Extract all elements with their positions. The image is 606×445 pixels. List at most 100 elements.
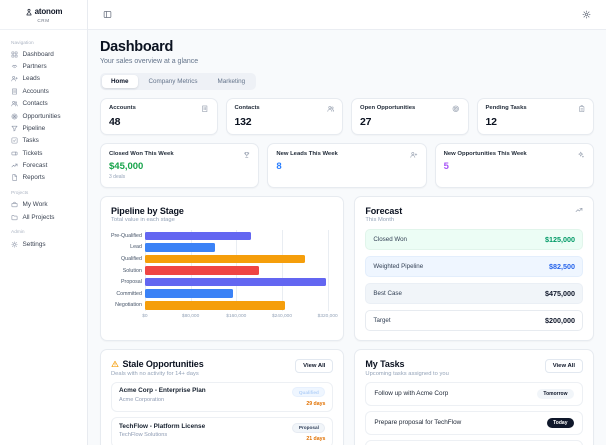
forecast-row-label: Weighted Pipeline [373, 263, 424, 270]
folder-icon [11, 214, 18, 221]
chart-x-tick: $240,000 [271, 313, 292, 319]
chart-bar-track [144, 265, 333, 277]
forecast-panel: Forecast This Month Closed Won $125,000 [354, 195, 594, 341]
stale-opportunity-row[interactable]: TechFlow - Platform License TechFlow Sol… [111, 417, 334, 445]
kpi-label: Open Opportunities [360, 105, 416, 111]
chart-bar [144, 266, 260, 275]
sidebar-item[interactable]: Pipeline [11, 122, 76, 134]
tasks-view-all-button[interactable]: View All [544, 359, 583, 373]
tab[interactable]: Marketing [209, 75, 255, 88]
brand-name: atonom [34, 7, 63, 16]
stale-opportunity-row[interactable]: Acme Corp - Enterprise Plan Acme Corpora… [111, 381, 334, 412]
opportunity-company: Acme Corporation [119, 396, 165, 403]
chart-x-tick: $80,000 [181, 313, 200, 319]
trophy-icon [243, 151, 251, 159]
sidebar-item-label: Admin [11, 230, 25, 236]
chart-category-label: Solution [122, 267, 142, 274]
bottom-panels: Stale Opportunities Deals with no activi… [100, 349, 594, 445]
task-row[interactable]: Prepare proposal for TechFlow Today [365, 410, 583, 435]
sidebar-item[interactable]: Opportunities [11, 110, 76, 122]
sidebar-nav: Navigation Dashboard Partners Leads Acco… [0, 30, 87, 255]
panel-left-icon [103, 10, 112, 19]
sidebar-item[interactable]: Tickets [11, 147, 76, 159]
sidebar-item-label: Tasks [22, 137, 39, 145]
kpi-label: Accounts [109, 105, 136, 111]
sidebar-item[interactable]: Reports [11, 172, 76, 184]
task-list: Follow up with Acme Corp Tomorrow Prepar… [365, 381, 583, 445]
kpi-cards: Accounts 48 Contacts 132 Open Opportunit… [100, 97, 594, 135]
building-icon [11, 88, 18, 95]
forecast-row-value: $475,000 [545, 289, 575, 298]
weekly-stat-cards: Closed Won This Week $45,000 3 deals New… [100, 143, 594, 188]
gear-icon [11, 241, 18, 248]
sidebar-item[interactable]: Dashboard [11, 48, 76, 60]
brand-product: CRM [37, 17, 50, 23]
building-icon [201, 105, 209, 113]
briefcase-icon [11, 201, 18, 208]
opportunity-company: TechFlow Solutions [119, 432, 168, 439]
sidebar-item[interactable]: Accounts [11, 85, 76, 97]
sidebar-item-label: Pipeline [22, 124, 46, 132]
stale-view-all-button[interactable]: View All [295, 359, 334, 373]
chart-bar-track [144, 230, 333, 242]
kpi-card: Pending Tasks 12 [476, 97, 594, 135]
sidebar-item[interactable]: Tasks [11, 135, 76, 147]
sidebar-item-label: All Projects [22, 213, 55, 221]
settings-button[interactable] [580, 8, 593, 21]
chart-bar [144, 231, 251, 241]
funnel-icon [11, 125, 18, 132]
chart-bar [144, 243, 215, 252]
sidebar-item[interactable]: Forecast [11, 159, 76, 171]
sidebar-item[interactable]: My Work [11, 199, 76, 211]
weekly-stat-value: $45,000 [109, 161, 144, 172]
sidebar-item[interactable]: All Projects [11, 211, 76, 223]
chart-x-axis: $0 $80,000 $160,000 $240,000 $320,000 [142, 311, 337, 321]
forecast-rows: Closed Won $125,000 Weighted Pipeline $8… [365, 229, 583, 331]
trending-up-icon [575, 206, 583, 214]
weekly-stat-card: Closed Won This Week $45,000 3 deals [100, 143, 260, 188]
sidebar-item[interactable]: Settings [11, 238, 76, 250]
weekly-stat-subtext [444, 174, 585, 179]
sidebar-item-label: My Work [22, 201, 48, 209]
tab[interactable]: Home [102, 74, 138, 88]
task-row[interactable]: Follow up with Acme Corp Tomorrow [365, 381, 583, 406]
sidebar-item[interactable]: Contacts [11, 98, 76, 110]
chart-bar-track [144, 288, 333, 300]
chart-x-tick: $0 [142, 313, 148, 319]
task-due-badge: Today [546, 417, 574, 428]
task-row[interactable]: Schedule demo with Horizon Labs Feb 25 [365, 439, 583, 445]
sidebar-item-label: Navigation [11, 40, 34, 46]
sidebar-item[interactable]: Partners [11, 60, 76, 72]
stale-opportunity-list: Acme Corp - Enterprise Plan Acme Corpora… [111, 381, 334, 445]
task-name: Prepare proposal for TechFlow [374, 419, 462, 426]
stage-badge: Proposal [292, 422, 326, 433]
sidebar-item-label: Contacts [22, 100, 48, 108]
chart-bar [144, 277, 327, 287]
chart-category-labels: Pre-Qualified Lead Qualified Solution Propos… [111, 230, 145, 321]
dashboard-content: Dashboard Your sales overview at a glanc… [88, 30, 606, 445]
kpi-label: Pending Tasks [485, 105, 527, 111]
page-subtitle: Your sales overview at a glance [100, 57, 199, 65]
user-plus-icon [11, 75, 18, 82]
check-square-icon [11, 137, 18, 144]
sidebar-item-label: Forecast [22, 162, 48, 170]
forecast-row-label: Target [373, 317, 391, 324]
weekly-stat-subtext: 3 deals [109, 174, 126, 180]
topbar [88, 0, 606, 30]
pipeline-panel-subtitle: Total value in each stage [111, 217, 175, 223]
days-stale: 21 days [306, 436, 326, 442]
tasks-panel-title: My Tasks [365, 359, 405, 369]
sidebar-toggle-button[interactable] [101, 8, 114, 21]
sidebar: atonom CRM Navigation Dashboard Partners… [0, 0, 88, 445]
pipeline-panel-title: Pipeline by Stage [111, 205, 184, 216]
sidebar-item-label: Accounts [22, 87, 49, 95]
middle-panels: Pipeline by Stage Total value in each st… [100, 195, 594, 341]
dashboard-icon [11, 51, 18, 58]
tab[interactable]: Company Metrics [140, 75, 207, 88]
sidebar-item[interactable]: Leads [11, 73, 76, 85]
brand: atonom CRM [0, 0, 87, 30]
target-icon [11, 113, 18, 120]
chart-bar-track [144, 242, 333, 254]
chart-bar [144, 289, 234, 299]
gear-icon [582, 10, 591, 19]
